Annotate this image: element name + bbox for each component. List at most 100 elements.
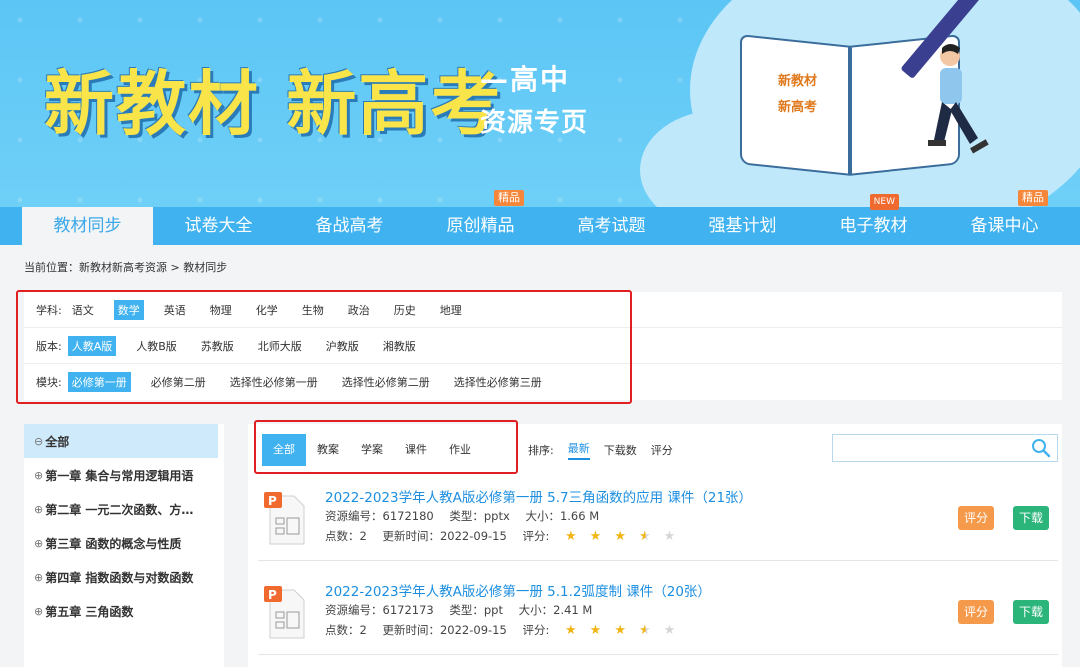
star-icon: ★: [638, 623, 652, 638]
star-icon: ★: [614, 623, 627, 638]
filter-chip[interactable]: 苏教版: [197, 336, 238, 356]
rate-button[interactable]: 评分: [958, 600, 995, 624]
sidebar-item-label: 第一章 集合与常用逻辑用语: [45, 468, 194, 483]
filter-chip[interactable]: 北师大版: [254, 336, 306, 356]
nav-item-exam-prep[interactable]: 备战高考: [284, 207, 415, 245]
expand-icon: ⊕: [34, 536, 44, 550]
rating-label: 评分:: [522, 529, 550, 543]
nav-label: 电子教材: [839, 216, 908, 236]
nav-item-textbook-sync[interactable]: 教材同步: [22, 207, 153, 245]
rate-button[interactable]: 评分: [958, 506, 995, 530]
ppt-file-icon: P: [264, 492, 305, 545]
sidebar-item-label: 第五章 三角函数: [45, 604, 134, 619]
expand-icon: ⊕: [34, 604, 44, 618]
resource-title-link[interactable]: 2022-2023学年人教A版必修第一册 5.1.2弧度制 课件（20张）: [325, 580, 711, 600]
banner-subtitle: —高中 资源专页: [480, 58, 588, 139]
filter-chip[interactable]: 地理: [436, 300, 466, 320]
download-button[interactable]: 下载: [1013, 506, 1050, 530]
sort-bar: 排序: 最新 下载数 评分: [528, 434, 687, 466]
divider: [258, 654, 1058, 655]
sidebar-item-chapter-4[interactable]: ⊕ 第四章 指数函数与对数函数: [24, 560, 224, 594]
filter-row-subject: 学科: 语文 数学 英语 物理 化学 生物 政治 历史 地理: [24, 292, 1062, 328]
search-input[interactable]: [833, 435, 1023, 461]
filter-chip[interactable]: 生物: [298, 300, 328, 320]
resource-size: 大小：1.66 M: [525, 509, 600, 523]
filter-chip[interactable]: 物理: [206, 300, 236, 320]
nav-label: 教材同步: [53, 216, 122, 236]
sort-label: 排序:: [528, 444, 554, 457]
nav-item-strong-base[interactable]: 强基计划: [677, 207, 808, 245]
resource-title-link[interactable]: 2022-2023学年人教A版必修第一册 5.7三角函数的应用 课件（21张）: [325, 486, 752, 506]
resource-points: 点数：2: [325, 623, 367, 637]
nav-item-lesson-prep[interactable]: 精品 备课中心: [939, 190, 1070, 245]
filter-chip[interactable]: 选择性必修第三册: [450, 372, 546, 392]
banner-subtitle-line2: 资源专页: [480, 108, 589, 138]
filter-chip-selected[interactable]: 人教A版: [67, 335, 117, 356]
filter-chip[interactable]: 选择性必修第二册: [338, 372, 434, 392]
sort-option-newest[interactable]: 最新: [567, 440, 590, 460]
filter-chip-selected[interactable]: 数学: [113, 299, 144, 320]
filter-chip[interactable]: 化学: [252, 300, 282, 320]
tab-homework[interactable]: 作业: [438, 434, 482, 466]
sidebar-item-label: 第四章 指数函数与对数函数: [45, 570, 194, 585]
filter-chip[interactable]: 语文: [68, 300, 98, 320]
tab-study-guide[interactable]: 学案: [350, 434, 394, 466]
tab-all[interactable]: 全部: [262, 434, 306, 466]
filter-label: 模块:: [36, 376, 62, 389]
svg-text:P: P: [268, 494, 277, 508]
breadcrumb: 当前位置：新教材新高考资源 > 教材同步: [24, 261, 228, 274]
sidebar-item-label: 全部: [45, 434, 70, 449]
sidebar-item-chapter-1[interactable]: ⊕ 第一章 集合与常用逻辑用语: [24, 458, 224, 492]
resource-updated: 更新时间：2022-09-15: [382, 623, 507, 637]
chapter-sidebar: ⊖ 全部 ⊕ 第一章 集合与常用逻辑用语 ⊕ 第二章 一元二次函数、方… ⊕ 第三章 函…: [24, 424, 224, 667]
sort-option-downloads[interactable]: 下载数: [604, 442, 637, 458]
filter-chip[interactable]: 必修第二册: [147, 372, 210, 392]
nav-item-exam-questions[interactable]: 高考试题: [546, 207, 677, 245]
filter-label: 版本:: [36, 339, 62, 353]
sidebar-item-all[interactable]: ⊖ 全部: [24, 424, 218, 458]
filter-chip[interactable]: 英语: [160, 300, 190, 320]
filter-row-module: 模块: 必修第一册 必修第二册 选择性必修第一册 选择性必修第二册 选择性必修第…: [24, 364, 1062, 400]
resource-type-tabs: 全部 教案 学案 课件 作业: [262, 434, 482, 466]
banner-title: 新教材 新高考: [44, 62, 503, 145]
resource-list-panel: 全部 教案 学案 课件 作业 排序: 最新 下载数 评分 P 2022-2023…: [248, 424, 1062, 667]
resource-updated: 更新时间：2022-09-15: [382, 529, 507, 543]
star-rating: ★ ★ ★ ★ ★: [565, 623, 688, 638]
star-icon: ★: [589, 529, 603, 544]
nav-item-ebook[interactable]: NEW 电子教材: [808, 194, 939, 245]
filter-chip-selected[interactable]: 必修第一册: [67, 372, 131, 392]
filter-chip[interactable]: 湘教版: [379, 336, 420, 356]
sidebar-item-chapter-5[interactable]: ⊕ 第五章 三角函数: [24, 594, 224, 628]
filter-panel: 学科: 语文 数学 英语 物理 化学 生物 政治 历史 地理 版本: 人教A版 …: [24, 292, 1062, 400]
filter-chip[interactable]: 政治: [344, 300, 374, 320]
filter-row-edition: 版本: 人教A版 人教B版 苏教版 北师大版 沪教版 湘教版: [24, 328, 1062, 364]
search-icon[interactable]: [1031, 438, 1051, 458]
person-illustration: [928, 44, 989, 154]
nav-label: 原创精品: [446, 216, 515, 236]
nav-item-papers[interactable]: 试卷大全: [153, 207, 284, 245]
search-box: [832, 434, 1058, 462]
filter-chip[interactable]: 人教B版: [132, 336, 181, 356]
ppt-file-icon: P: [264, 586, 305, 639]
star-icon: ★: [663, 623, 677, 638]
sidebar-item-chapter-2[interactable]: ⊕ 第二章 一元二次函数、方…: [24, 492, 224, 526]
resource-item: P 2022-2023学年人教A版必修第一册 5.7三角函数的应用 课件（21张…: [258, 486, 1058, 586]
filter-chip[interactable]: 沪教版: [322, 336, 363, 356]
sidebar-item-chapter-3[interactable]: ⊕ 第三章 函数的概念与性质: [24, 526, 224, 560]
tab-lesson-plan[interactable]: 教案: [306, 434, 350, 466]
filter-chip[interactable]: 历史: [390, 300, 420, 320]
expand-icon: ⊕: [34, 570, 44, 584]
download-button[interactable]: 下载: [1013, 600, 1050, 624]
resource-meta-line2: 点数：2 更新时间：2022-09-15 评分: ★ ★ ★ ★ ★: [325, 528, 700, 544]
resource-type: 类型：pptx: [449, 509, 510, 523]
sidebar-item-label: 第三章 函数的概念与性质: [45, 536, 182, 551]
nav-label: 高考试题: [577, 216, 646, 236]
sort-option-rating[interactable]: 评分: [651, 442, 673, 458]
premium-badge: 精品: [494, 190, 524, 206]
sidebar-item-label: 第二章 一元二次函数、方…: [45, 502, 194, 517]
resource-meta-line1: 资源编号：6172173 类型：ppt 大小：2.41 M: [325, 602, 604, 618]
filter-chip[interactable]: 选择性必修第一册: [226, 372, 322, 392]
tab-courseware[interactable]: 课件: [394, 434, 438, 466]
nav-item-original[interactable]: 精品原创精品: [415, 190, 546, 245]
nav-label: 强基计划: [708, 216, 777, 236]
